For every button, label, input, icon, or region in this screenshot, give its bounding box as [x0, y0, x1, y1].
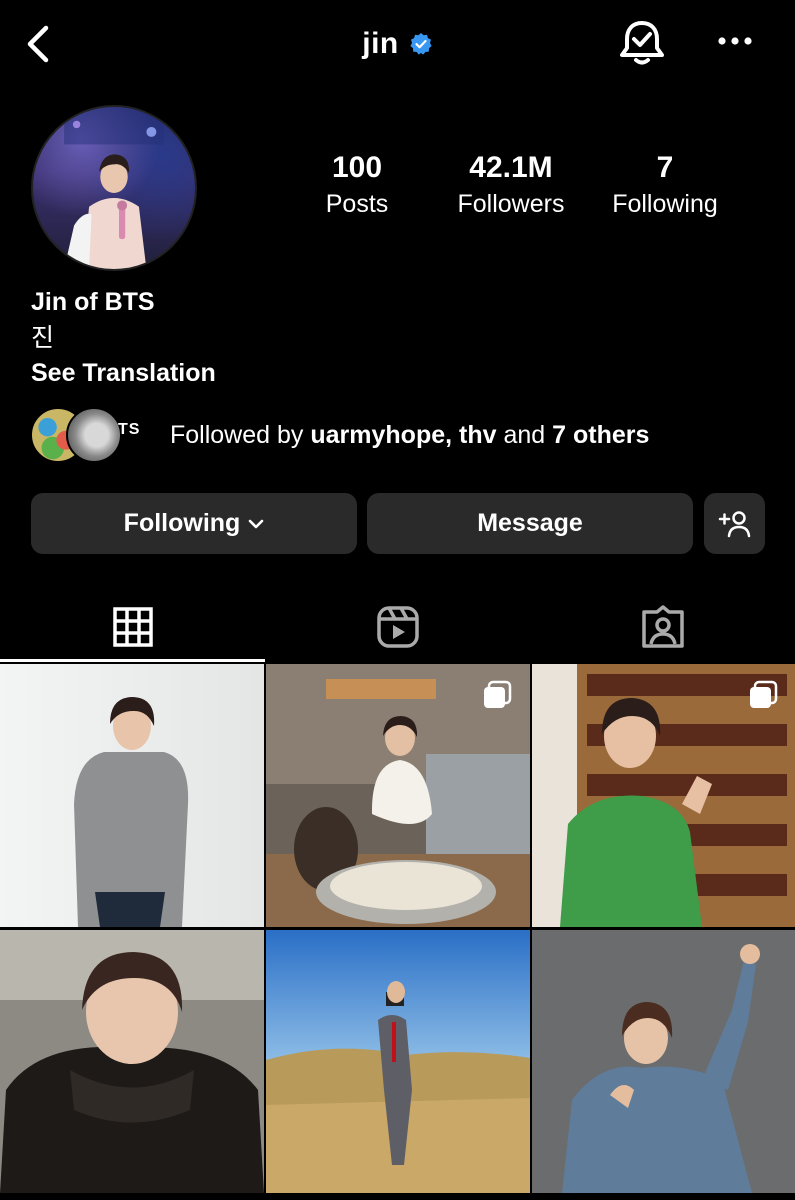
post-5-image: [266, 930, 530, 1193]
posts-count-stat[interactable]: 100 Posts: [282, 150, 432, 222]
multiple-photos-icon: [750, 680, 778, 708]
following-button[interactable]: Following: [31, 493, 357, 554]
followed-by-names: uarmyhope, thv: [310, 421, 497, 449]
followers-count-stat[interactable]: 42.1M Followers: [436, 150, 586, 222]
suggested-users-button[interactable]: [704, 493, 765, 554]
followed-by-and: and: [496, 421, 553, 449]
post-thumbnail-5[interactable]: [266, 930, 530, 1193]
followed-by-others: 7 others: [552, 421, 650, 449]
bio-text: 진: [31, 324, 55, 352]
verified-badge-icon: [410, 33, 432, 55]
followers-count: 42.1M: [469, 151, 553, 184]
followers-label: Followers: [457, 190, 565, 218]
active-tab-indicator: [0, 659, 265, 662]
post-1-image: [0, 664, 264, 927]
avatar-person-figure: [64, 107, 164, 269]
profile-username: jin: [362, 27, 399, 60]
display-name: Jin of BTS: [31, 288, 155, 316]
post-thumbnail-4[interactable]: [0, 930, 264, 1193]
reels-icon: [376, 606, 419, 648]
bell-check-icon: [620, 21, 664, 65]
multiple-photos-icon: [484, 680, 512, 708]
post-thumbnail-1[interactable]: [0, 664, 264, 927]
message-button[interactable]: Message: [367, 493, 693, 554]
grid-icon: [112, 607, 153, 647]
notifications-button[interactable]: [618, 18, 666, 68]
post-thumbnail-6[interactable]: [532, 930, 795, 1193]
profile-avatar[interactable]: [31, 105, 197, 271]
mutual-avatar-2[interactable]: [66, 407, 122, 463]
tab-tagged[interactable]: [530, 596, 795, 658]
following-label: Following: [612, 190, 718, 218]
see-translation-link[interactable]: See Translation: [31, 356, 216, 390]
tagged-user-icon: [641, 605, 684, 648]
add-user-icon: [718, 510, 750, 537]
post-thumbnail-2[interactable]: [266, 664, 530, 927]
more-horizontal-icon: [718, 37, 752, 45]
following-count-stat[interactable]: 7 Following: [590, 150, 740, 222]
post-6-image: [532, 930, 795, 1193]
more-options-button[interactable]: [714, 26, 758, 56]
profile-header: jin: [0, 20, 795, 68]
posts-count: 100: [331, 151, 383, 184]
followed-by-prefix: Followed by: [170, 421, 311, 449]
following-count: 7: [656, 151, 674, 184]
following-button-label: Following: [123, 509, 241, 537]
post-4-image: [0, 930, 264, 1193]
message-button-label: Message: [477, 509, 583, 537]
post-thumbnail-3[interactable]: [532, 664, 795, 927]
posts-label: Posts: [325, 190, 389, 218]
tab-posts-grid[interactable]: [0, 596, 265, 658]
chevron-down-icon: [249, 519, 264, 528]
followed-by-text[interactable]: Followed by uarmyhope, thv and 7 others: [170, 418, 649, 452]
tab-reels[interactable]: [265, 596, 530, 658]
mutual-avatar-3-label[interactable]: TS: [118, 421, 140, 439]
